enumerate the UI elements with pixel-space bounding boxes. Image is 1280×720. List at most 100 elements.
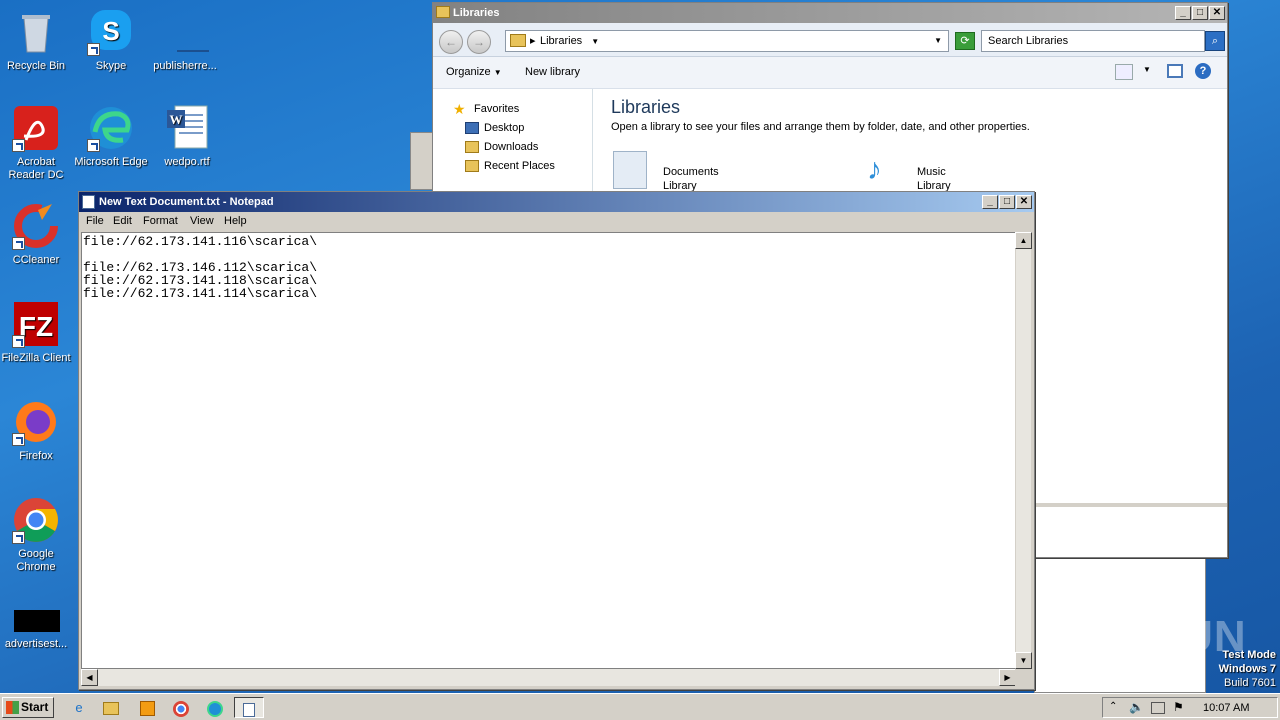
search-icon[interactable]: ⌕ [1205, 31, 1225, 51]
start-label: Start [21, 700, 49, 714]
watermark-line: Windows 7 [1218, 663, 1276, 675]
nav-item-desktop[interactable]: Desktop [484, 122, 524, 134]
desktop-icon-advertisest[interactable]: advertisest... [0, 600, 74, 651]
file-icon [12, 600, 60, 634]
taskbar: Start e ⌃ 🔈 ⚑ 10:07 AM [0, 693, 1280, 720]
minimize-button[interactable]: _ [982, 195, 998, 209]
desktop-icon-label: wedpo.rtf [164, 156, 210, 168]
help-icon[interactable]: ? [1195, 63, 1211, 79]
menu-file[interactable]: File [86, 215, 104, 227]
search-input[interactable]: Search Libraries [981, 30, 1205, 52]
skype-icon: S [87, 8, 135, 56]
library-music[interactable]: Music Library [917, 165, 951, 193]
scroll-down-button[interactable]: ▼ [1015, 652, 1032, 669]
edge-icon [87, 104, 135, 152]
forward-button[interactable]: → [467, 30, 491, 54]
new-library-button[interactable]: New library [525, 66, 580, 78]
svg-text:S: S [102, 16, 119, 46]
preview-pane-icon[interactable] [1167, 64, 1183, 78]
desktop-icon-label: Acrobat Reader DC [8, 156, 64, 181]
desktop-folder-icon [465, 122, 479, 134]
minimize-button[interactable]: _ [1175, 6, 1191, 20]
refresh-icon[interactable]: ⟳ [955, 32, 975, 50]
scroll-left-button[interactable]: ◀ [81, 669, 98, 686]
filezilla-icon: FZ [12, 300, 60, 348]
organize-label: Organize [446, 66, 491, 78]
desktop-icon-label: FileZilla Client [1, 352, 71, 364]
library-name: Music [917, 166, 946, 178]
desktop-icon-firefox[interactable]: Firefox [0, 398, 74, 463]
scroll-up-button[interactable]: ▲ [1015, 232, 1032, 249]
explorer-taskbar-icon[interactable] [100, 697, 122, 718]
documents-library-icon [613, 151, 647, 189]
word-doc-icon: W [163, 104, 211, 152]
chrome-icon [12, 496, 60, 544]
nav-favorites[interactable]: Favorites [474, 103, 519, 115]
scroll-right-button[interactable]: ▶ [999, 669, 1016, 686]
clock[interactable]: 10:07 AM [1203, 702, 1249, 714]
menu-view[interactable]: View [190, 215, 214, 227]
desktop-icon-recycle-bin[interactable]: Recycle Bin [0, 8, 74, 73]
internet-explorer-icon[interactable]: e [68, 697, 90, 718]
desktop-icon-label: Recycle Bin [6, 60, 66, 72]
media-player-icon[interactable] [136, 697, 158, 718]
chevron-down-icon[interactable]: ▼ [591, 37, 599, 46]
action-center-flag-icon[interactable]: ⚑ [1173, 700, 1184, 714]
watermark-line: Test Mode [1222, 649, 1276, 661]
desktop-icon-wedpo[interactable]: W wedpo.rtf [149, 104, 225, 169]
chevron-down-icon[interactable]: ▼ [1143, 65, 1151, 74]
window-title: Libraries [453, 7, 500, 19]
chevron-right-icon[interactable]: ▸ [530, 31, 536, 51]
menu-format[interactable]: Format [143, 215, 178, 227]
desktop-icon-ccleaner[interactable]: CCleaner [0, 202, 74, 267]
recycle-bin-icon [12, 8, 60, 56]
edge-taskbar-icon[interactable] [204, 697, 226, 718]
text-editor[interactable]: file://62.173.141.116\scarica\ file://62… [81, 232, 1016, 669]
notepad-titlebar[interactable]: New Text Document.txt - Notepad _ □ ✕ [79, 192, 1034, 212]
notepad-window[interactable]: New Text Document.txt - Notepad _ □ ✕ Fi… [78, 191, 1035, 690]
desktop-icon-label: CCleaner [12, 254, 60, 266]
menu-edit[interactable]: Edit [113, 215, 132, 227]
desktop-icon-label: Google Chrome [16, 548, 56, 573]
desktop-icon-acrobat[interactable]: Acrobat Reader DC [0, 104, 74, 182]
background-window[interactable] [410, 132, 434, 190]
network-icon[interactable] [1151, 702, 1165, 714]
desktop-icon-chrome[interactable]: Google Chrome [0, 496, 74, 574]
nav-item-recent-places[interactable]: Recent Places [484, 160, 555, 172]
view-icon[interactable] [1115, 64, 1133, 80]
explorer-titlebar[interactable]: Libraries _ □ ✕ [433, 3, 1227, 23]
desktop-icon-label: publisherre... [153, 60, 217, 72]
system-tray: ⌃ 🔈 ⚑ 10:07 AM [1102, 697, 1278, 718]
address-bar[interactable]: ▸ Libraries ▼ ▼ [505, 30, 949, 52]
vertical-scrollbar[interactable]: ▲ ▼ [1015, 232, 1032, 669]
ccleaner-icon [12, 202, 60, 250]
maximize-button[interactable]: □ [999, 195, 1015, 209]
horizontal-scrollbar[interactable]: ◀ ▶ [81, 669, 1016, 686]
start-button[interactable]: Start [2, 697, 54, 718]
nav-item-downloads[interactable]: Downloads [484, 141, 538, 153]
address-dropdown-icon[interactable]: ▼ [934, 31, 942, 51]
close-button[interactable]: ✕ [1209, 6, 1225, 20]
desktop-icon-label: Firefox [19, 450, 53, 462]
chrome-taskbar-icon[interactable] [170, 697, 192, 718]
address-crumb[interactable]: Libraries [540, 35, 582, 47]
organize-button[interactable]: Organize ▼ [446, 66, 502, 78]
close-button[interactable]: ✕ [1016, 195, 1032, 209]
resize-grip[interactable] [1015, 669, 1032, 686]
notepad-taskbar-button[interactable] [234, 697, 264, 718]
chevron-up-icon[interactable]: ⌃ [1109, 701, 1117, 712]
library-documents[interactable]: Documents Library [663, 165, 719, 193]
command-bar: Organize ▼ New library ▼ ? [433, 57, 1227, 89]
desktop-icon-label: advertisest... [4, 638, 68, 650]
desktop-icon-label: Microsoft Edge [74, 156, 148, 168]
volume-icon[interactable]: 🔈 [1129, 700, 1144, 714]
menu-bar: File Edit Format View Help [79, 212, 1034, 230]
maximize-button[interactable]: □ [1192, 6, 1208, 20]
back-button[interactable]: ← [439, 30, 463, 54]
windows-logo-icon [6, 701, 19, 714]
desktop-icon-filezilla[interactable]: FZ FileZilla Client [0, 300, 74, 365]
desktop-icon-edge[interactable]: Microsoft Edge [73, 104, 149, 169]
menu-help[interactable]: Help [224, 215, 247, 227]
desktop-icon-publisher[interactable]: publisherre... [147, 8, 223, 73]
desktop-icon-skype[interactable]: S Skype [73, 8, 149, 73]
